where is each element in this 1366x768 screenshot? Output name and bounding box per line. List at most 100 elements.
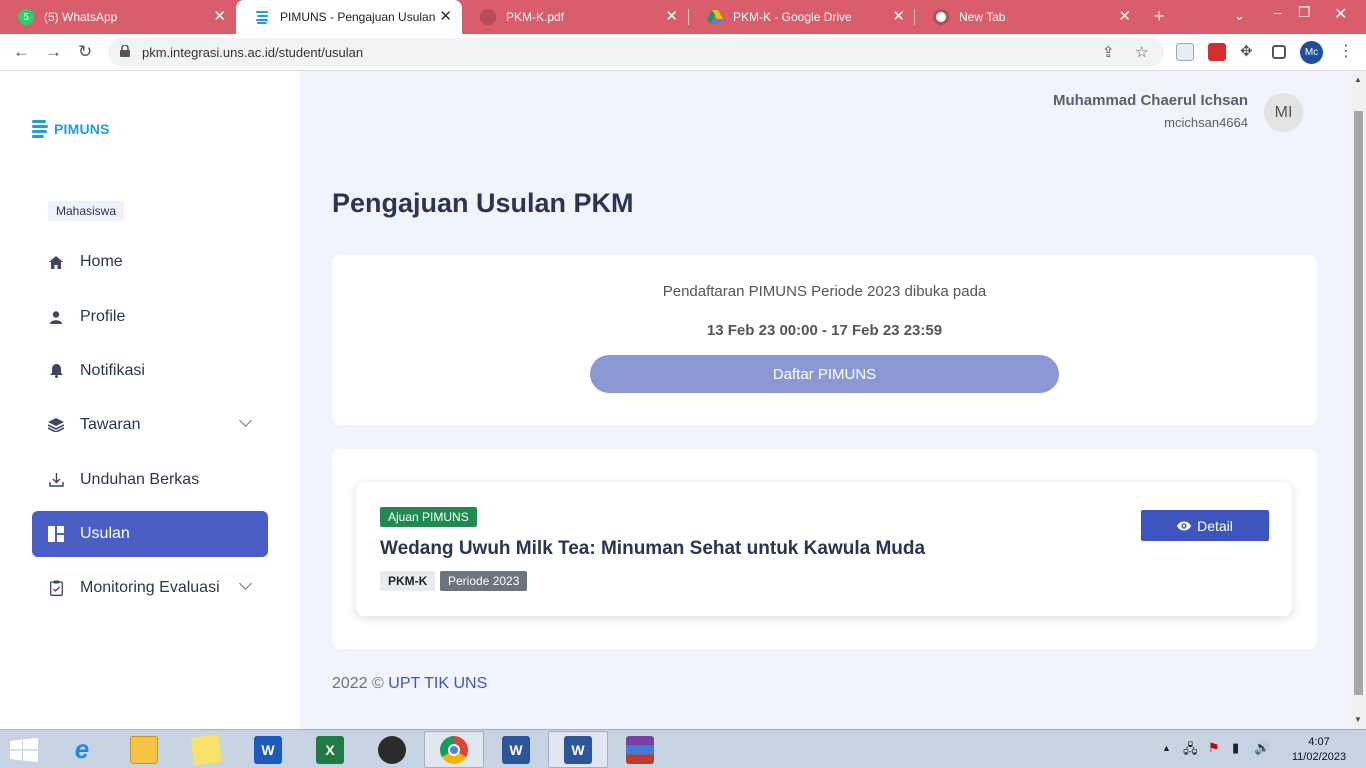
sidebar-item-unduhan-berkas[interactable]: Unduhan Berkas (32, 457, 268, 503)
sticky-notes-icon[interactable] (176, 731, 236, 768)
internet-explorer-icon[interactable]: e (52, 731, 112, 768)
registration-text: Pendaftaran PIMUNS Periode 2023 dibuka p… (662, 283, 987, 300)
proposal-title: Wedang Uwuh Milk Tea: Minuman Sehat untu… (380, 538, 926, 559)
profile-avatar[interactable]: Mc (1300, 41, 1323, 64)
extension-red-icon[interactable] (1208, 43, 1226, 61)
tab-search-chevron-icon[interactable]: ⌄ (1234, 8, 1245, 24)
registration-dates: 13 Feb 23 00:00 - 17 Feb 23 23:59 (706, 322, 943, 339)
sidebar-item-label: Unduhan Berkas (80, 471, 200, 488)
windows-start-icon[interactable] (10, 738, 38, 762)
window-close-icon[interactable]: ✕ (1334, 4, 1347, 24)
windows-taskbar: e W X W W ▲ 🖧 ⚑ ▮ 🔊 4:07 11/02/2023 (0, 729, 1366, 768)
close-icon[interactable]: ✕ (665, 9, 678, 24)
url-text: pkm.integrasi.uns.ac.id/student/usulan (142, 45, 364, 60)
word-icon[interactable]: W (238, 731, 298, 768)
close-icon[interactable]: ✕ (892, 9, 905, 24)
role-badge: Mahasiswa (48, 201, 125, 221)
bookmark-star-icon[interactable]: ☆ (1135, 43, 1148, 61)
detail-button[interactable]: Detail (1141, 510, 1269, 541)
page-scrollbar[interactable]: ▲ ▼ (1351, 71, 1366, 729)
detail-button-label: Detail (1197, 517, 1233, 534)
tab-title: New Tab (959, 10, 1006, 24)
scroll-thumb[interactable] (1354, 111, 1363, 695)
tab-new-tab[interactable]: New Tab ✕ (915, 0, 1141, 34)
page-viewport: PIMUNS Mahasiswa Home Profile Notifikasi (0, 71, 1351, 729)
word-doc-icon[interactable]: W (548, 731, 608, 768)
side-panel-icon[interactable] (1272, 45, 1286, 59)
user-info[interactable]: Muhammad Chaerul Ichsan mcichsan4664 (1053, 92, 1248, 130)
battery-icon[interactable]: ▮ (1232, 740, 1239, 756)
word-doc-icon[interactable]: W (486, 731, 546, 768)
address-bar[interactable]: pkm.integrasi.uns.ac.id/student/usulan ⇪… (108, 38, 1164, 67)
scroll-up-arrow-icon[interactable]: ▲ (1354, 75, 1362, 84)
sidebar-item-monitoring-evaluasi[interactable]: Monitoring Evaluasi (32, 565, 268, 611)
daftar-pimuns-button[interactable]: Daftar PIMUNS (590, 355, 1059, 393)
sidebar-item-label: Notifikasi (80, 362, 145, 379)
tab-title: PKM-K.pdf (506, 10, 565, 24)
share-icon[interactable]: ⇪ (1102, 43, 1115, 61)
volume-icon[interactable]: 🔊 (1254, 740, 1270, 756)
eye-icon (1177, 521, 1192, 530)
category-badge: PKM-K (380, 571, 436, 591)
tab-whatsapp[interactable]: 5 (5) WhatsApp ✕ (0, 0, 236, 34)
tab-title: PIMUNS - Pengajuan Usulan (280, 10, 436, 24)
chrome-icon[interactable] (424, 731, 484, 768)
file-explorer-icon[interactable] (114, 731, 174, 768)
sidebar: PIMUNS Mahasiswa Home Profile Notifikasi (0, 71, 300, 729)
tab-google-drive[interactable]: PKM-K - Google Drive ✕ (689, 0, 915, 34)
home-icon (48, 254, 64, 270)
registration-card: Pendaftaran PIMUNS Periode 2023 dibuka p… (332, 255, 1317, 425)
system-clock[interactable]: 4:07 11/02/2023 (1286, 735, 1352, 765)
puzzle-icon[interactable]: ✥ (1240, 42, 1253, 62)
new-tab-plus-icon[interactable]: + (1154, 6, 1165, 27)
more-menu-icon[interactable]: ⋮ (1338, 42, 1354, 62)
close-icon[interactable]: ✕ (213, 9, 226, 24)
excel-icon[interactable]: X (300, 731, 360, 768)
chevron-down-icon (239, 414, 252, 427)
sidebar-item-label: Usulan (80, 525, 130, 542)
obs-icon[interactable] (362, 731, 422, 768)
browser-toolbar: ← → ↻ pkm.integrasi.uns.ac.id/student/us… (0, 34, 1366, 71)
clock-time: 4:07 (1308, 736, 1330, 748)
tab-pkm-pdf[interactable]: PKM-K.pdf ✕ (462, 0, 688, 34)
user-icon (48, 309, 64, 325)
action-center-flag-icon[interactable]: ⚑ (1208, 740, 1220, 756)
pimuns-icon (254, 9, 270, 25)
extension-icon[interactable] (1176, 43, 1194, 61)
sidebar-item-tawaran[interactable]: Tawaran (32, 402, 268, 448)
whatsapp-icon: 5 (18, 9, 34, 25)
user-name: Muhammad Chaerul Ichsan (1052, 92, 1248, 109)
sidebar-item-notifikasi[interactable]: Notifikasi (32, 348, 268, 394)
logo[interactable]: PIMUNS (32, 119, 110, 139)
page-title: Pengajuan Usulan PKM (332, 188, 634, 218)
close-icon[interactable]: ✕ (439, 9, 452, 24)
lock-icon (120, 45, 130, 57)
tab-title: (5) WhatsApp (44, 10, 118, 24)
globe-icon (480, 9, 496, 25)
dashboard-icon (48, 526, 64, 542)
sidebar-item-profile[interactable]: Profile (32, 294, 268, 340)
layers-icon (48, 417, 64, 433)
close-icon[interactable]: ✕ (1118, 9, 1131, 24)
sidebar-item-home[interactable]: Home (32, 239, 268, 285)
avatar[interactable]: MI (1264, 93, 1303, 132)
tab-title: PKM-K - Google Drive (733, 10, 852, 24)
network-icon[interactable]: 🖧 (1183, 740, 1198, 762)
winrar-icon[interactable] (610, 731, 670, 768)
chrome-icon (933, 9, 949, 25)
logo-text: PIMUNS (54, 121, 110, 137)
browser-tab-strip: 5 (5) WhatsApp ✕ PIMUNS - Pengajuan Usul… (0, 0, 1366, 34)
scroll-down-arrow-icon[interactable]: ▼ (1354, 715, 1362, 724)
sidebar-item-usulan[interactable]: Usulan (32, 511, 268, 557)
tray-expand-icon[interactable]: ▲ (1162, 743, 1171, 753)
sidebar-item-label: Tawaran (80, 416, 141, 433)
maximize-icon[interactable]: ❐ (1298, 4, 1311, 21)
tab-pimuns[interactable]: PIMUNS - Pengajuan Usulan ✕ (236, 0, 462, 34)
footer-link[interactable]: UPT TIK UNS (388, 675, 487, 692)
reload-icon[interactable]: ↻ (78, 42, 92, 62)
back-arrow-icon[interactable]: ← (13, 42, 30, 62)
forward-arrow-icon[interactable]: → (45, 42, 62, 62)
minimize-icon[interactable]: – (1274, 4, 1282, 20)
period-badge: Periode 2023 (440, 571, 528, 591)
pimuns-logo-icon (32, 119, 48, 139)
